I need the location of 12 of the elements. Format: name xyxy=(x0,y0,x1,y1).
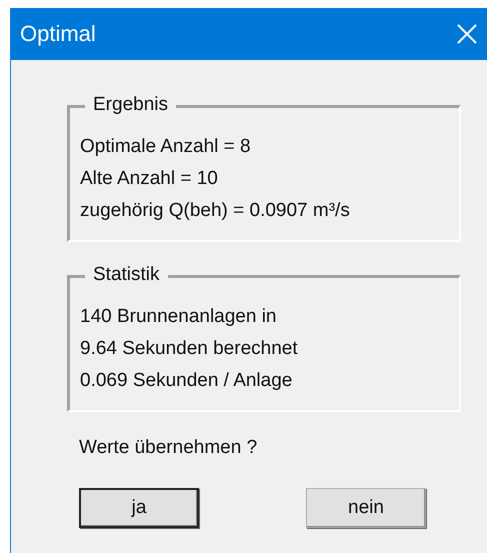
yes-button[interactable]: ja xyxy=(79,488,199,528)
window-title: Optimal xyxy=(20,21,96,47)
result-text: zugehörig Q(beh) = 0.0907 m³/s xyxy=(80,199,351,223)
close-icon[interactable] xyxy=(456,23,478,45)
result-text: Optimale Anzahl = 8 xyxy=(80,135,252,159)
result-text: Alte Anzahl = 10 xyxy=(80,167,219,191)
result-text: 0.069 Sekunden / Anlage xyxy=(80,369,294,393)
group-title: Ergebnis xyxy=(85,94,176,116)
result-text: 140 Brunnenanlagen in xyxy=(80,305,278,329)
no-button[interactable]: nein xyxy=(306,488,426,528)
question-text: Werte übernehmen ? xyxy=(79,437,258,459)
result-text: 9.64 Sekunden berechnet xyxy=(80,337,299,361)
